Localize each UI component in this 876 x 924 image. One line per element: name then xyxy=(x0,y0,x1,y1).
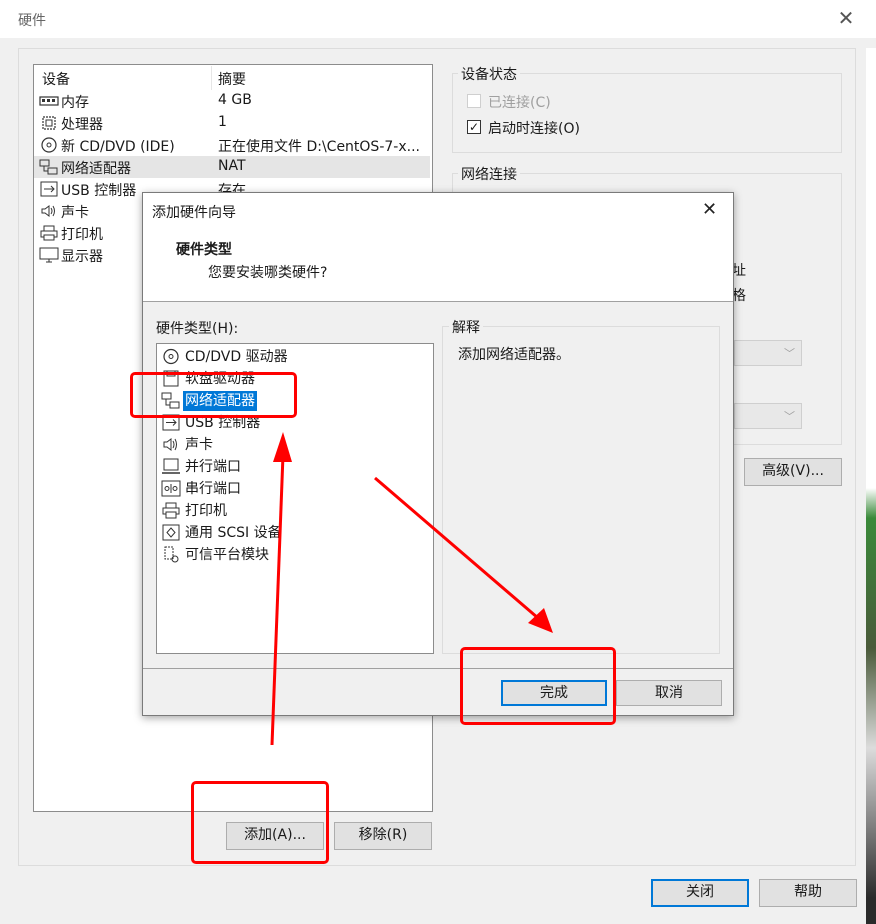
annotation-arrow-down xyxy=(374,476,539,620)
annotation-arrows xyxy=(270,432,553,746)
annotation-arrowhead-up xyxy=(273,432,292,462)
annotation-arrow-up xyxy=(270,454,285,746)
